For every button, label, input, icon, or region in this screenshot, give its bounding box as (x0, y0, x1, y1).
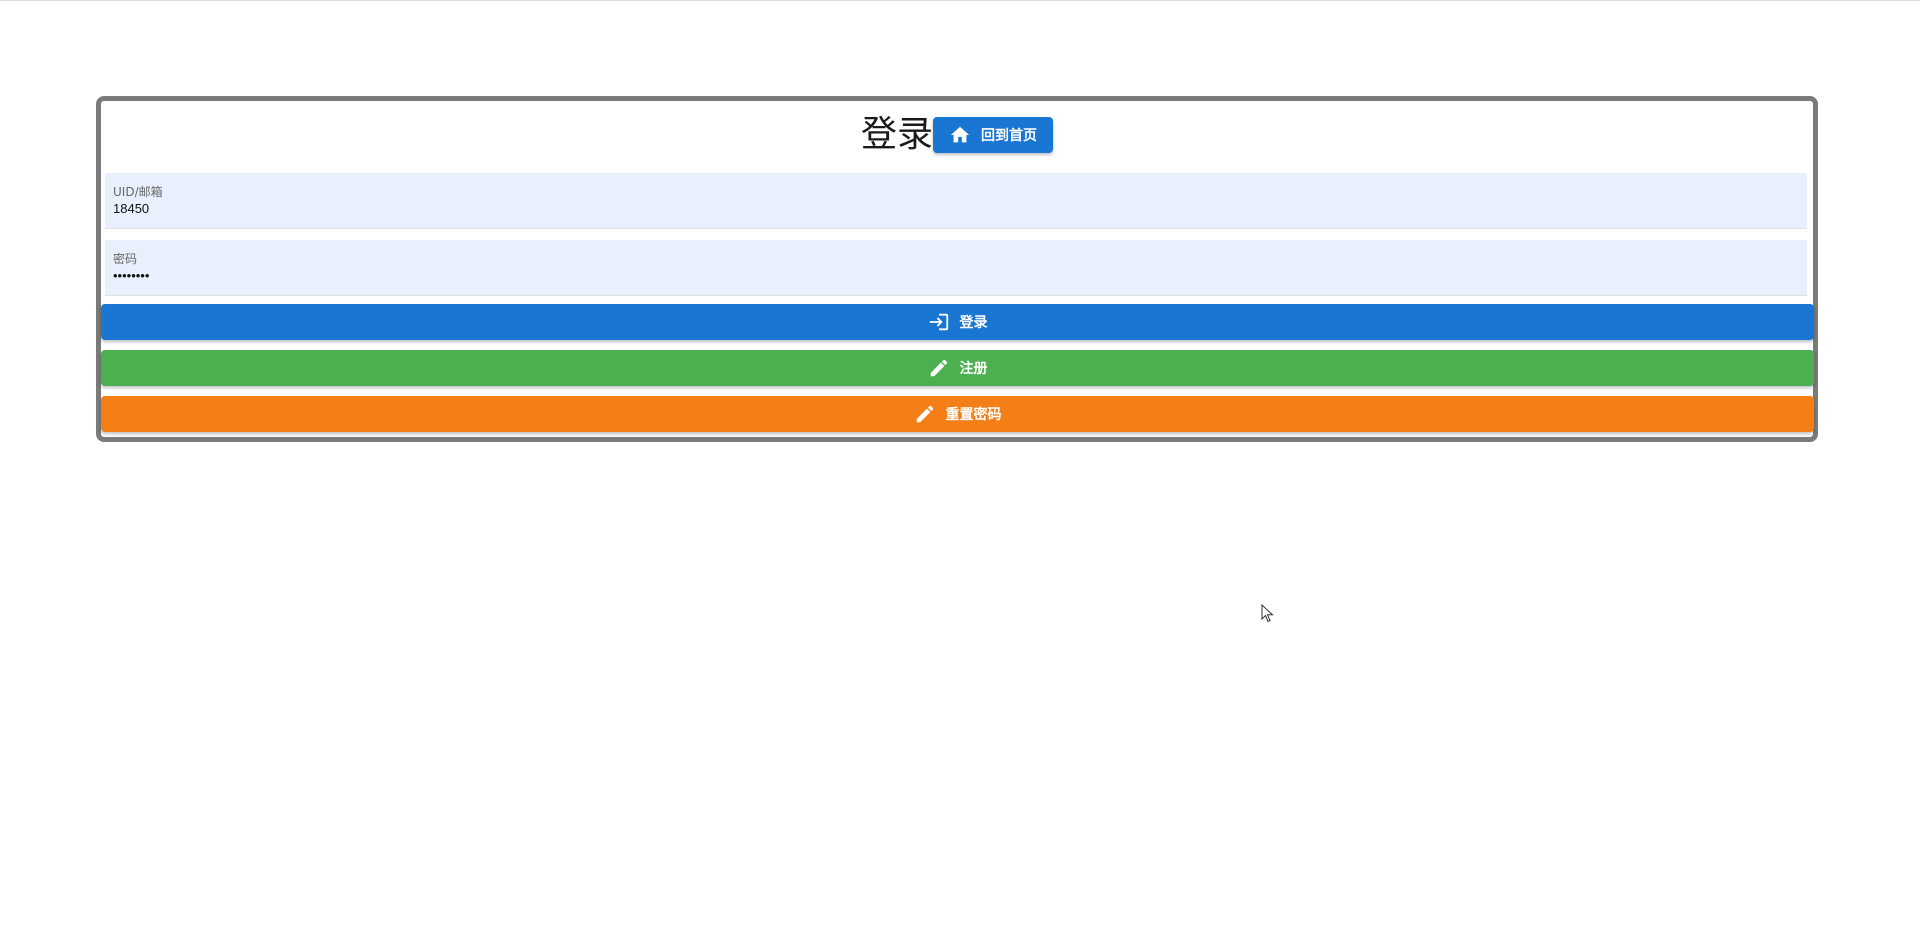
uid-email-input[interactable] (113, 201, 1793, 216)
login-button[interactable]: 登录 (101, 304, 1814, 340)
uid-email-field[interactable]: UID/邮箱 (105, 173, 1807, 229)
page-title: 登录 (860, 114, 933, 155)
top-divider (0, 0, 1920, 1)
login-header: 登录 回到首页 (101, 115, 1813, 155)
home-icon (949, 124, 971, 146)
uid-email-label: UID/邮箱 (113, 185, 163, 199)
password-field[interactable]: 密码 (105, 240, 1807, 296)
password-input[interactable] (113, 268, 1793, 283)
login-card: 登录 回到首页 UID/邮箱 密码 登录 注册 重置密码 (96, 96, 1818, 442)
mouse-cursor-icon (1261, 604, 1274, 623)
login-button-label: 登录 (959, 315, 988, 331)
pencil-icon (928, 357, 950, 379)
login-icon (928, 311, 950, 333)
register-button[interactable]: 注册 (101, 350, 1814, 386)
password-label: 密码 (113, 252, 138, 266)
home-button[interactable]: 回到首页 (933, 117, 1053, 153)
reset-password-button-label: 重置密码 (945, 407, 1002, 423)
register-button-label: 注册 (959, 361, 988, 377)
reset-password-button[interactable]: 重置密码 (101, 396, 1814, 432)
pencil-icon (914, 403, 936, 425)
home-button-label: 回到首页 (981, 128, 1037, 144)
